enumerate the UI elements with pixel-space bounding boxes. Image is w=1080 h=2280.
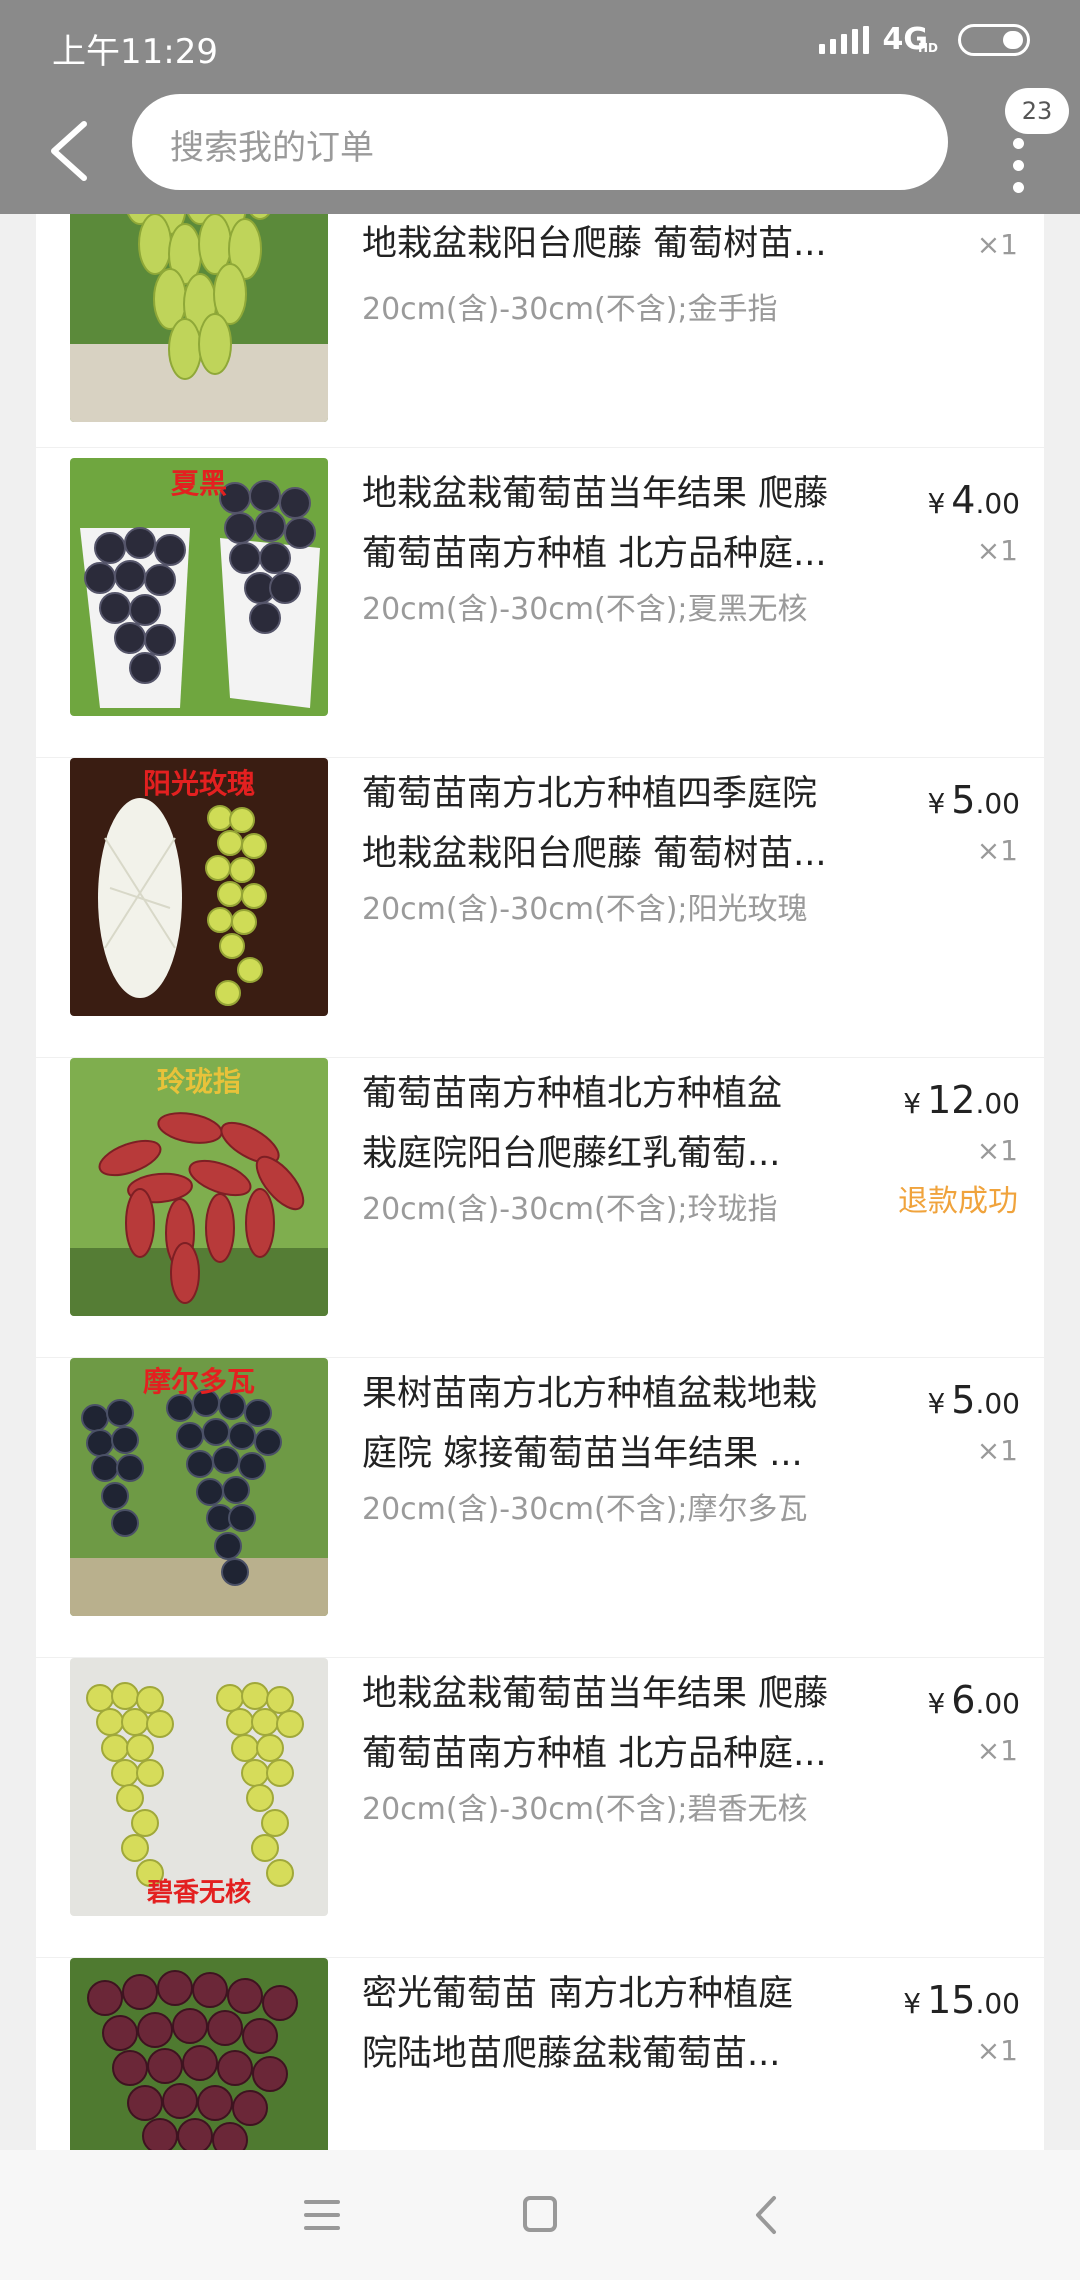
product-spec: 20cm(含)-30cm(不含);夏黑无核 (362, 592, 808, 627)
message-badge: 23 (1005, 88, 1069, 134)
more-vertical-icon (1013, 138, 1025, 198)
order-item[interactable]: 地栽盆栽阳台爬藤 葡萄树苗... 20cm(含)-30cm(不含);金手指 ×1 (36, 214, 1044, 448)
image-caption: 玲珑指 (156, 1065, 241, 1098)
purple-red-grape-image (70, 1958, 328, 2150)
order-item[interactable]: 碧香无核 地栽盆栽葡萄苗当年结果 爬藤 葡萄苗南方种植 北方品种庭... 20c… (36, 1658, 1044, 1958)
product-image (70, 1958, 328, 2150)
product-image: 摩尔多瓦 (70, 1358, 328, 1616)
product-spec: 20cm(含)-30cm(不含);金手指 (362, 292, 778, 327)
battery-icon (958, 23, 1030, 56)
more-button[interactable]: 23 (985, 88, 1075, 208)
product-qty: ×1 (976, 1434, 1018, 1467)
search-input[interactable]: 搜索我的订单 (132, 94, 948, 190)
product-price: ¥6.00 (927, 1678, 1020, 1722)
product-title: 果树苗南方北方种植盆栽地栽 庭院 嫁接葡萄苗当年结果 ... (362, 1374, 818, 1474)
product-title: 葡萄苗南方种植北方种植盆 栽庭院阳台爬藤红乳葡萄... (362, 1074, 783, 1174)
product-spec: 20cm(含)-30cm(不含);碧香无核 (362, 1792, 808, 1827)
product-image: 玲珑指 (70, 1058, 328, 1316)
product-qty: ×1 (976, 1734, 1018, 1767)
menu-icon[interactable] (292, 2190, 352, 2240)
product-qty: ×1 (976, 534, 1018, 567)
product-image: 夏黑 (70, 458, 328, 716)
order-list: 地栽盆栽阳台爬藤 葡萄树苗... 20cm(含)-30cm(不含);金手指 ×1 (36, 214, 1044, 2150)
order-item[interactable]: 阳光玫瑰 葡萄苗南方北方种植四季庭院 地栽盆栽阳台爬藤 葡萄树苗... 20cm… (36, 758, 1044, 1058)
order-item[interactable]: 摩尔多瓦 果树苗南方北方种植盆栽地栽 庭院 嫁接葡萄苗当年结果 ... 20cm… (36, 1358, 1044, 1658)
product-price: ¥12.00 (903, 1078, 1020, 1122)
product-spec: 20cm(含)-30cm(不含);阳光玫瑰 (362, 892, 808, 927)
product-price: ¥4.00 (927, 478, 1020, 522)
product-qty: ×1 (976, 1134, 1018, 1167)
header-bar: 搜索我的订单 23 (0, 88, 1080, 214)
green-grape-image (70, 214, 328, 422)
refund-status: 退款成功 (898, 1184, 1018, 1219)
chevron-left-icon[interactable] (42, 116, 102, 186)
product-image (70, 214, 328, 422)
status-icons: 4G HD (818, 22, 1030, 57)
product-title: 葡萄苗南方北方种植四季庭院 地栽盆栽阳台爬藤 葡萄树苗... (362, 774, 827, 874)
order-item[interactable]: 玲珑指 葡萄苗南方种植北方种植盆 栽庭院阳台爬藤红乳葡萄... 20cm(含)-… (36, 1058, 1044, 1358)
product-qty: ×1 (976, 834, 1018, 867)
square-icon[interactable] (510, 2190, 570, 2240)
image-caption: 夏黑 (170, 467, 227, 500)
product-title: 地栽盆栽葡萄苗当年结果 爬藤 葡萄苗南方种植 北方品种庭... (362, 1674, 829, 1774)
product-title: 地栽盆栽阳台爬藤 葡萄树苗... (362, 224, 827, 264)
product-image: 阳光玫瑰 (70, 758, 328, 1016)
product-qty: ×1 (976, 2034, 1018, 2067)
image-caption: 碧香无核 (146, 1878, 251, 1908)
app: 上午11:29 4G HD 搜索我的订单 23 地栽盆栽阳台爬藤 葡萄树苗...… (0, 0, 1080, 2280)
product-qty: ×1 (976, 228, 1018, 261)
status-bar: 上午11:29 4G HD (0, 0, 1080, 88)
product-image: 碧香无核 (70, 1658, 328, 1916)
search-placeholder: 搜索我的订单 (170, 128, 374, 168)
order-item[interactable]: 密光葡萄苗 南方北方种植庭 院陆地苗爬藤盆栽葡萄苗... ¥15.00 ×1 (36, 1958, 1044, 2150)
network-label: 4G HD (882, 22, 939, 57)
signal-icon (818, 25, 869, 54)
status-time: 上午11:29 (52, 32, 218, 72)
product-price: ¥15.00 (903, 1978, 1020, 2022)
image-caption: 摩尔多瓦 (142, 1365, 255, 1398)
image-caption: 阳光玫瑰 (142, 767, 255, 800)
system-nav-bar (0, 2150, 1080, 2280)
product-title: 密光葡萄苗 南方北方种植庭 院陆地苗爬藤盆栽葡萄苗... (362, 1974, 794, 2074)
product-spec: 20cm(含)-30cm(不含);摩尔多瓦 (362, 1492, 808, 1527)
triangle-back-icon[interactable] (738, 2190, 798, 2240)
order-item[interactable]: 夏黑 地栽盆栽葡萄苗当年结果 爬藤 葡萄苗南方种植 北方品种庭... 20cm(… (36, 458, 1044, 758)
product-spec: 20cm(含)-30cm(不含);玲珑指 (362, 1192, 778, 1227)
product-price: ¥5.00 (927, 1378, 1020, 1422)
product-price: ¥5.00 (927, 778, 1020, 822)
product-title: 地栽盆栽葡萄苗当年结果 爬藤 葡萄苗南方种植 北方品种庭... (362, 474, 829, 574)
